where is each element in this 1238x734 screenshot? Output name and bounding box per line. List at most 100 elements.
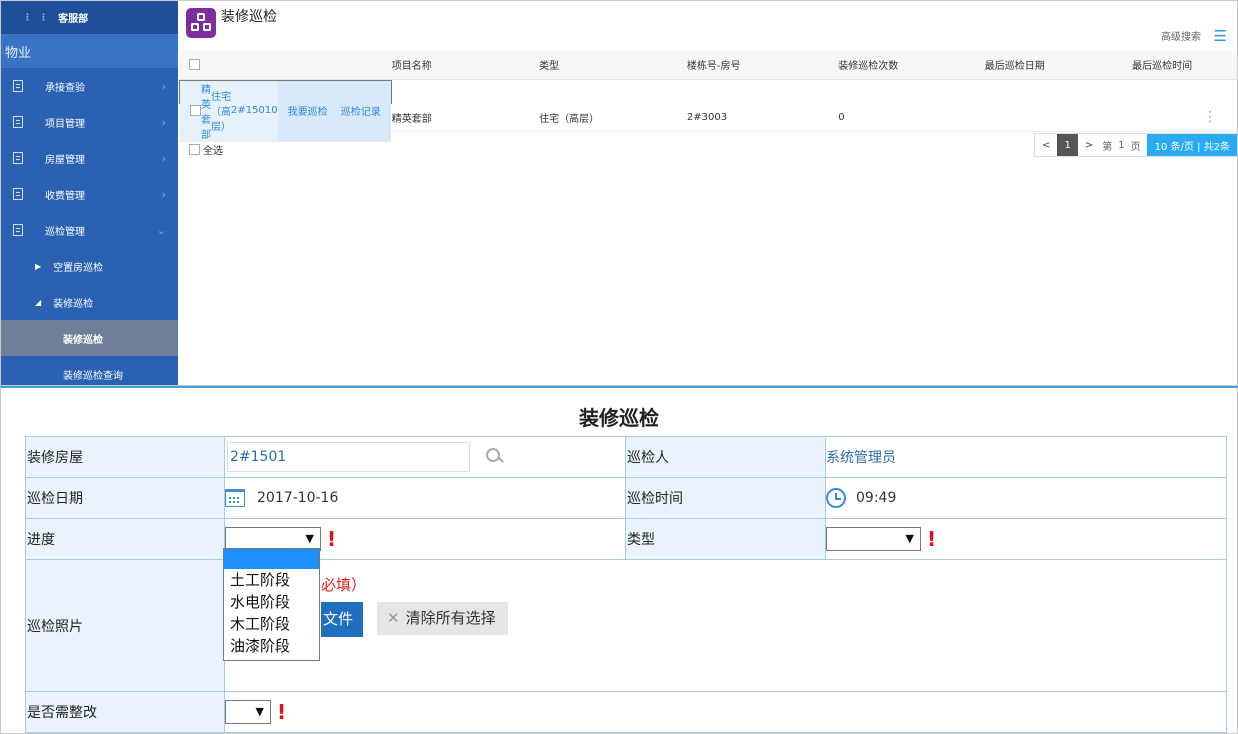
inspection-records-link[interactable]: 巡检记录 bbox=[341, 107, 381, 118]
column-header[interactable]: 最后巡检时间 bbox=[1132, 51, 1203, 80]
progress-dropdown-list: 土工阶段 水电阶段 木工阶段 油漆阶段 bbox=[223, 548, 320, 661]
sidebar-header: ⋮ ⋮ 客服部 bbox=[1, 1, 178, 34]
sidebar-item-label: 房屋管理 bbox=[45, 154, 85, 166]
do-inspection-link[interactable]: 我要巡检 bbox=[288, 107, 328, 118]
column-header[interactable]: 最后巡检日期 bbox=[984, 51, 1133, 80]
page-label-suffix: 页 bbox=[1130, 141, 1141, 153]
table-header-row: 项目名称 类型 楼栋号-房号 装修巡检次数 最后巡检日期 最后巡检时间 bbox=[179, 51, 1237, 80]
photo-upload-area: 必填） 文件 ✕ 清除所有选择 bbox=[225, 560, 1226, 691]
main-content: 装修巡检 高级搜索 ☰ 项目名称 类型 楼栋号-房号 装修巡检次数 最后巡检日期… bbox=[179, 1, 1237, 385]
rectify-label: 是否需整改 bbox=[25, 691, 225, 733]
dropdown-caret-icon: ▼ bbox=[255, 705, 264, 718]
inspector-label: 巡检人 bbox=[625, 436, 826, 478]
sidebar-item-inspection[interactable]: 巡检管理 ⌄ bbox=[1, 212, 178, 248]
dropdown-option-blank[interactable] bbox=[224, 549, 319, 569]
form-row-date: 巡检日期 2017-10-16 巡检时间 09:49 bbox=[25, 477, 1227, 519]
room-input[interactable]: 2#1501 bbox=[227, 442, 470, 472]
sidebar-item-fees[interactable]: 收费管理 › bbox=[1, 176, 178, 212]
rectify-select[interactable]: ▼ bbox=[225, 700, 271, 724]
document-icon bbox=[13, 116, 23, 128]
chevron-right-icon: › bbox=[161, 151, 166, 165]
page-title: 装修巡检 bbox=[221, 9, 277, 25]
page-size-info[interactable]: 10 条/页 | 共2条 bbox=[1146, 134, 1237, 156]
column-header[interactable]: 装修巡检次数 bbox=[838, 51, 985, 80]
pagination: < 1 > 第 1 页 10 条/页 | 共2条 bbox=[1034, 133, 1237, 157]
required-note: 必填） bbox=[321, 576, 367, 594]
time-value[interactable]: 09:49 bbox=[856, 490, 896, 506]
page-number-input[interactable]: 1 bbox=[1114, 134, 1128, 156]
prev-page-button[interactable]: < bbox=[1035, 134, 1057, 156]
sidebar-subitem-label: 装修巡检 bbox=[53, 298, 94, 310]
required-icon: ! bbox=[277, 700, 287, 724]
chevron-right-icon: › bbox=[161, 187, 166, 201]
dropdown-option[interactable]: 油漆阶段 bbox=[224, 635, 319, 657]
current-page-button[interactable]: 1 bbox=[1057, 134, 1078, 156]
cell-last-date bbox=[984, 103, 1133, 132]
sidebar: ⋮ ⋮ 客服部 物业 承接查验 › 项目管理 › 房屋管理 › 收费管理 › 巡… bbox=[1, 1, 178, 385]
document-icon bbox=[13, 80, 23, 92]
time-field-cell[interactable]: 09:49 bbox=[825, 477, 1227, 519]
inspector-value: 系统管理员 bbox=[825, 436, 1227, 478]
choose-file-button[interactable]: 文件 bbox=[321, 602, 363, 637]
dropdown-option[interactable]: 水电阶段 bbox=[224, 591, 319, 613]
cell-last-time bbox=[1132, 103, 1203, 132]
sidebar-leaf-renovation-inspection[interactable]: 装修巡检 bbox=[1, 320, 178, 356]
inspection-table: 项目名称 类型 楼栋号-房号 装修巡检次数 最后巡检日期 最后巡检时间 精英套部… bbox=[179, 51, 1237, 142]
room-field-cell: 2#1501 bbox=[224, 436, 626, 478]
dropdown-option[interactable]: 土工阶段 bbox=[224, 569, 319, 591]
required-icon: ! bbox=[327, 527, 337, 551]
photo-field-cell: 必填） 文件 ✕ 清除所有选择 bbox=[224, 559, 1227, 692]
chevron-down-icon: ⌄ bbox=[156, 223, 166, 237]
document-icon bbox=[13, 152, 23, 164]
clear-selection-label: 清除所有选择 bbox=[405, 609, 496, 627]
dropdown-caret-icon: ▼ bbox=[905, 532, 914, 545]
room-label: 装修房屋 bbox=[25, 436, 225, 478]
form-row-progress: 进度 ▼! 类型 ▼! bbox=[25, 518, 1227, 560]
list-window: ⋮ ⋮ 客服部 物业 承接查验 › 项目管理 › 房屋管理 › 收费管理 › 巡… bbox=[0, 0, 1238, 386]
document-icon bbox=[13, 188, 23, 200]
list-view-icon[interactable]: ☰ bbox=[1214, 27, 1227, 45]
clock-icon[interactable] bbox=[826, 488, 846, 508]
clear-selection-button[interactable]: ✕ 清除所有选择 bbox=[377, 602, 508, 635]
search-icon[interactable] bbox=[486, 448, 504, 466]
date-label: 巡检日期 bbox=[25, 477, 225, 519]
sidebar-leaf-renovation-query[interactable]: 装修巡检查询 bbox=[1, 356, 178, 385]
more-options-icon[interactable]: ⋮ bbox=[1203, 103, 1237, 132]
inspection-form-window: 装修巡检 装修房屋 2#1501 巡检人 系统管理员 巡检日期 2017-10-… bbox=[0, 386, 1238, 734]
column-header[interactable]: 类型 bbox=[539, 51, 687, 80]
sidebar-item-acceptance[interactable]: 承接查验 › bbox=[1, 68, 178, 104]
cell-room: 2#3003 bbox=[686, 103, 839, 132]
calendar-icon[interactable] bbox=[225, 489, 245, 507]
cell-project: 精英套部 bbox=[391, 103, 540, 132]
table-footer: 全选 < 1 > 第 1 页 10 条/页 | 共2条 bbox=[179, 132, 1237, 166]
date-value[interactable]: 2017-10-16 bbox=[257, 490, 338, 506]
dropdown-caret-icon: ▼ bbox=[305, 532, 314, 545]
select-all-checkbox-header[interactable] bbox=[189, 59, 200, 70]
sidebar-subitem-vacant-inspection[interactable]: ▶ 空置房巡检 bbox=[1, 248, 178, 284]
sidebar-subitem-renovation-inspection[interactable]: ◢ 装修巡检 bbox=[1, 284, 178, 320]
column-header[interactable]: 楼栋号-房号 bbox=[686, 51, 839, 80]
type-select[interactable]: ▼ bbox=[826, 527, 921, 551]
advanced-search-link[interactable]: 高级搜索 bbox=[1161, 28, 1201, 43]
table-row[interactable]: 精英套部 住宅（高层） 2#1501 0 我要巡检 巡检记录 bbox=[179, 79, 392, 142]
select-all-checkbox[interactable] bbox=[189, 144, 200, 155]
next-page-button[interactable]: > bbox=[1078, 134, 1100, 156]
sidebar-item-project[interactable]: 项目管理 › bbox=[1, 104, 178, 140]
module-logo-icon bbox=[186, 8, 216, 38]
date-field-cell[interactable]: 2017-10-16 bbox=[224, 477, 626, 519]
form-title: 装修巡检 bbox=[579, 406, 659, 430]
select-all[interactable]: 全选 bbox=[189, 142, 223, 157]
chevron-right-icon: › bbox=[161, 79, 166, 93]
row-checkbox[interactable] bbox=[190, 104, 201, 116]
sidebar-item-house[interactable]: 房屋管理 › bbox=[1, 140, 178, 176]
document-icon bbox=[13, 224, 23, 236]
sidebar-item-label: 承接查验 bbox=[45, 82, 85, 94]
chevron-right-icon: › bbox=[161, 115, 166, 129]
dropdown-option[interactable]: 木工阶段 bbox=[224, 613, 319, 635]
form-row-rectify: 是否需整改 ▼! bbox=[25, 691, 1227, 733]
form-row-photo: 巡检照片 必填） 文件 ✕ 清除所有选择 bbox=[25, 559, 1227, 692]
sidebar-subitem-label: 空置房巡检 bbox=[53, 262, 104, 274]
column-header[interactable]: 项目名称 bbox=[391, 51, 540, 80]
page-label-prefix: 第 bbox=[1102, 141, 1113, 153]
sidebar-item-label: 项目管理 bbox=[45, 118, 85, 130]
